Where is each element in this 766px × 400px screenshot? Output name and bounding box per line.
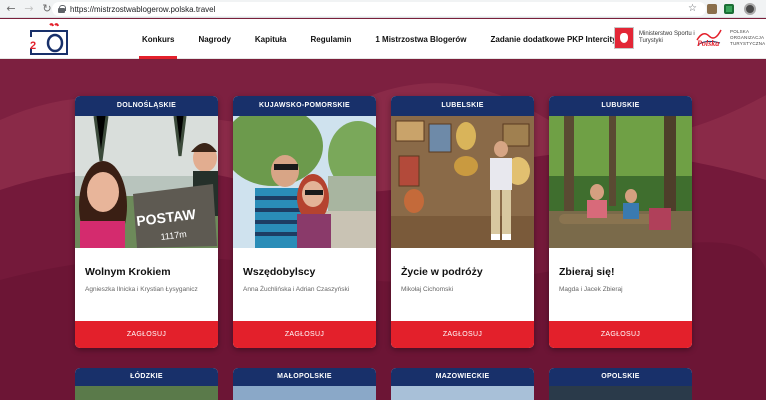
vote-button[interactable]: ZAGŁOSUJ	[391, 321, 534, 348]
blogger-card-kujawsko-pomorskie: KUJAWSKO-POMORSKIE Wszędobylscy Anna Żuc…	[233, 96, 376, 348]
blogger-photo[interactable]	[233, 116, 376, 248]
region-label: LUBELSKIE	[391, 96, 534, 116]
blogger-card-lubelskie: LUBELSKIE Życie w podróży Mikołaj Cichom…	[391, 96, 534, 348]
url-text: https://mistrzostwablogerow.polska.trave…	[70, 4, 216, 14]
ministry-logo[interactable]: Ministerstwo Sportu i Turystyki	[614, 27, 697, 49]
svg-text:Polska: Polska	[697, 39, 719, 48]
polska-logo[interactable]: Polska	[694, 26, 724, 52]
vote-button[interactable]: ZAGŁOSUJ	[233, 321, 376, 348]
blog-title: Zbieraj się!	[559, 266, 615, 278]
blogger-photo[interactable]	[391, 386, 534, 400]
blog-authors: Agnieszka Ilnicka i Krystian Łysyganicz	[85, 286, 198, 293]
blogger-card-mazowieckie: MAZOWIECKIE	[391, 368, 534, 400]
back-icon[interactable]: ←	[4, 2, 18, 16]
blog-authors: Anna Żuchlińska i Adrian Czaszyński	[243, 286, 350, 293]
blogger-card-lodzkie: ŁÓDZKIE	[75, 368, 218, 400]
nav-mistrzostwa[interactable]: 1 Mistrzostwa Blogerów	[363, 19, 478, 59]
blogger-photo[interactable]	[549, 116, 692, 248]
pot-name: POLSKA ORGANIZACJA TURYSTYCZNA	[730, 29, 766, 46]
blogger-photo[interactable]	[549, 386, 692, 400]
forward-icon[interactable]: →	[22, 2, 36, 16]
region-label: KUJAWSKO-POMORSKIE	[233, 96, 376, 116]
region-label: MAZOWIECKIE	[391, 368, 534, 386]
site-header: 2 Konkurs Nagrody Kapituła Regulamin 1 M…	[0, 19, 766, 59]
blogger-card-malopolskie: MAŁOPOLSKIE	[233, 368, 376, 400]
browser-toolbar: ← → ↻ https://mistrzostwablogerow.polska…	[0, 0, 766, 18]
main-nav: Konkurs Nagrody Kapituła Regulamin 1 Mis…	[130, 19, 629, 59]
lock-icon	[58, 5, 66, 13]
nav-kapitula[interactable]: Kapituła	[243, 19, 299, 59]
blogger-photo[interactable]	[233, 386, 376, 400]
blogger-card-lubuskie: LUBUSKIE Zbieraj się! Magda i Jacek Zbie…	[549, 96, 692, 348]
star-icon[interactable]: ☆	[688, 3, 697, 14]
extension-icon[interactable]	[707, 4, 717, 14]
blog-authors: Magda i Jacek Zbieraj	[559, 286, 623, 293]
blog-authors: Mikołaj Cichomski	[401, 286, 454, 293]
blog-title: Wolnym Krokiem	[85, 266, 171, 278]
nav-regulamin[interactable]: Regulamin	[298, 19, 363, 59]
blogger-card-opolskie: OPOLSKIE	[549, 368, 692, 400]
blogger-card-dolnoslaskie: DOLNOŚLĄSKIE POSTAW 1117m Wolnym Krokiem…	[75, 96, 218, 348]
vote-button[interactable]: ZAGŁOSUJ	[75, 321, 218, 348]
address-bar[interactable]: https://mistrzostwablogerow.polska.trave…	[52, 2, 706, 16]
region-label: DOLNOŚLĄSKIE	[75, 96, 218, 116]
region-label: OPOLSKIE	[549, 368, 692, 386]
nav-konkurs[interactable]: Konkurs	[130, 19, 186, 59]
nav-zadanie-pkp[interactable]: Zadanie dodatkowe PKP Intercity	[479, 19, 629, 59]
nav-nagrody[interactable]: Nagrody	[186, 19, 242, 59]
site-logo[interactable]: 2	[28, 23, 70, 56]
eagle-emblem-icon	[614, 27, 634, 49]
extension-icon-green[interactable]	[724, 4, 734, 14]
ministry-name: Ministerstwo Sportu i Turystyki	[639, 31, 695, 44]
vote-button[interactable]: ZAGŁOSUJ	[549, 321, 692, 348]
blog-title: Życie w podróży	[401, 266, 483, 278]
blog-title: Wszędobylscy	[243, 266, 316, 278]
region-label: LUBUSKIE	[549, 96, 692, 116]
region-label: ŁÓDZKIE	[75, 368, 218, 386]
blogger-photo[interactable]	[75, 386, 218, 400]
blogger-photo[interactable]	[391, 116, 534, 248]
blogger-photo[interactable]: POSTAW 1117m	[75, 116, 218, 248]
profile-avatar[interactable]	[744, 3, 756, 15]
svg-text:2: 2	[30, 40, 36, 52]
region-label: MAŁOPOLSKIE	[233, 368, 376, 386]
